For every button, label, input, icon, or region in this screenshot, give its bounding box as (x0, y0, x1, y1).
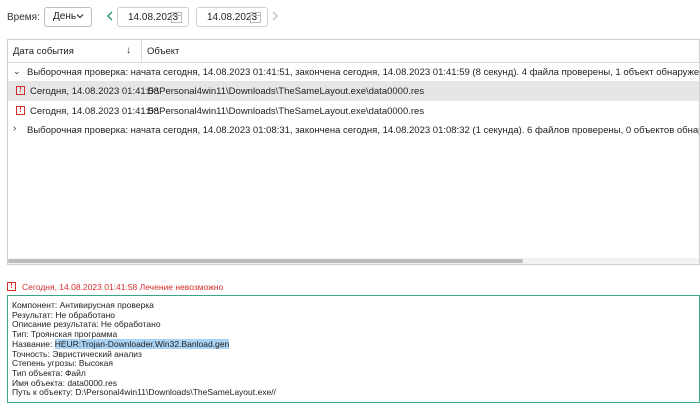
event-date: Сегодня, 14.08.2023 01:41:58 (30, 106, 159, 117)
horizontal-scrollbar[interactable] (8, 258, 699, 264)
alert-icon (7, 281, 16, 291)
date-to-field[interactable]: 14.08.2023 (196, 7, 268, 27)
previous-period-icon[interactable] (104, 9, 116, 23)
chevron-right-icon[interactable]: › (13, 123, 16, 134)
event-row[interactable]: Сегодня, 14.08.2023 01:41:58 D:\Personal… (8, 101, 699, 121)
chevron-down-icon (76, 14, 84, 19)
calendar-icon[interactable] (250, 12, 261, 23)
group-row-text: Выборочная проверка: начата сегодня, 14.… (27, 67, 700, 78)
column-divider[interactable] (141, 40, 142, 62)
column-header-object[interactable]: Объект (147, 46, 179, 57)
period-select-value: День (53, 11, 77, 22)
grid-header: Дата события ↓ Объект (8, 40, 699, 63)
scrollbar-thumb[interactable] (8, 259, 523, 263)
event-summary: Сегодня, 14.08.2023 01:41:58 Лечение нев… (7, 281, 223, 292)
next-period-icon[interactable] (269, 9, 281, 23)
detail-line: Компонент: Антивирусная проверка (12, 300, 154, 310)
details-panel[interactable]: Компонент: Антивирусная проверка Результ… (7, 295, 700, 403)
event-object: D:\Personal4win11\Downloads\TheSameLayou… (147, 106, 425, 117)
date-from-field[interactable]: 14.08.2023 (117, 7, 189, 27)
sort-descending-icon[interactable]: ↓ (126, 45, 131, 56)
detail-line: Степень угрозы: Высокая (12, 358, 114, 369)
event-date: Сегодня, 14.08.2023 01:41:58 (30, 86, 159, 97)
detail-name-value[interactable]: HEUR:Trojan-Downloader.Win32.Banload.gen (54, 338, 230, 349)
event-summary-text: Сегодня, 14.08.2023 01:41:58 Лечение нев… (22, 282, 224, 292)
group-row-text: Выборочная проверка: начата сегодня, 14.… (27, 125, 699, 136)
detail-name-label: Название: (12, 338, 55, 349)
detail-line: Путь к объекту: D:\Personal4win11\Downlo… (12, 387, 276, 398)
calendar-icon[interactable] (171, 12, 182, 23)
group-row-scan-1[interactable]: ⌄ Выборочная проверка: начата сегодня, 1… (8, 62, 699, 82)
alert-icon (16, 105, 25, 115)
time-label: Время: (7, 12, 40, 23)
events-grid: Дата события ↓ Объект ⌄ Выборочная прове… (7, 39, 700, 265)
event-object: D:\Personal4win11\Downloads\TheSameLayou… (147, 86, 425, 97)
period-select[interactable]: День (44, 7, 92, 27)
alert-icon (16, 85, 25, 95)
group-row-scan-2[interactable]: › Выборочная проверка: начата сегодня, 1… (8, 120, 699, 140)
event-row-selected[interactable]: Сегодня, 14.08.2023 01:41:58 D:\Personal… (8, 81, 699, 101)
column-header-date[interactable]: Дата события (13, 46, 74, 57)
chevron-down-icon[interactable]: ⌄ (13, 66, 21, 77)
